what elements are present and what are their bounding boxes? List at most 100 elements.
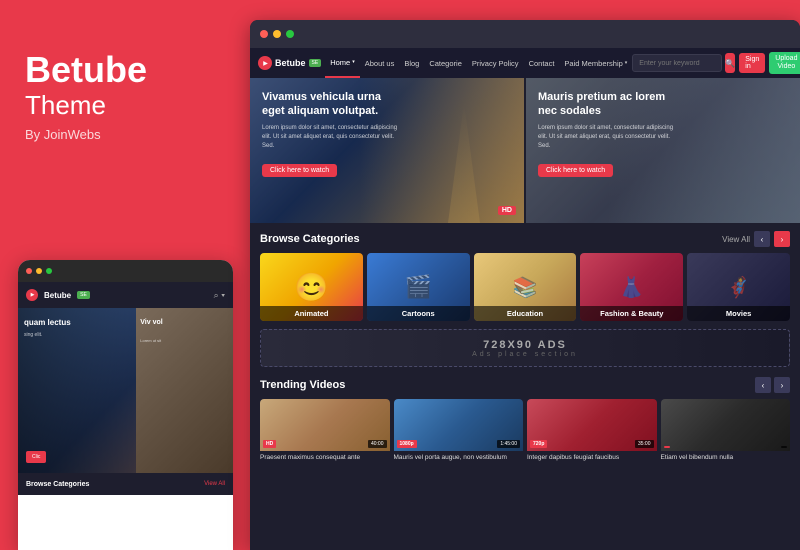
nav-item-home[interactable]: Home ▾ (325, 48, 360, 78)
mobile-hero-right-small: Lorem ut sit (140, 338, 161, 344)
browser-dot-red (260, 30, 268, 38)
nav-item-contact[interactable]: Contact (524, 48, 560, 78)
chevron-down-icon: ▾ (352, 59, 355, 65)
mobile-dot-green (46, 268, 52, 274)
browser-top-bar (250, 20, 800, 48)
hero-right-title: Mauris pretium ac lorem nec sodales (538, 90, 668, 119)
brand-theme: Theme (25, 90, 220, 121)
browse-categories-title: Browse Categories (260, 233, 360, 245)
hero-left-title: Vivamus vehicula urna eget aliquam volut… (262, 90, 392, 119)
trending-controls: ‹ › (755, 377, 790, 393)
browser-dot-green (286, 30, 294, 38)
nav-item-about[interactable]: About us (360, 48, 400, 78)
ads-banner: 728X90 ADS Ads place section (260, 329, 790, 367)
nav-item-membership[interactable]: Paid Membership ▾ (559, 48, 632, 78)
mobile-cta-button[interactable]: Clic (26, 451, 46, 463)
hero-left-text-block: Vivamus vehicula urna eget aliquam volut… (250, 78, 524, 189)
video-duration-3 (781, 446, 787, 448)
upload-video-button[interactable]: Upload Video (769, 52, 800, 75)
video-info-2: Integer dapibus feugiat faucibus (527, 451, 657, 465)
category-label-education: Education (474, 306, 577, 321)
video-duration-1: 1:45:00 (497, 440, 520, 448)
mobile-dot-yellow (36, 268, 42, 274)
nav-item-blog[interactable]: Blog (399, 48, 424, 78)
video-item-0[interactable]: HD 40:00 Praesent maximus consequat ante (260, 399, 390, 465)
video-thumb-1: 1080p 1:45:00 (394, 399, 524, 451)
ads-main-text: 728X90 ADS (483, 339, 567, 351)
video-badge-0: HD (263, 440, 276, 448)
mobile-search-icon[interactable]: ⌕ ▾ (214, 290, 225, 301)
video-thumb-0: HD 40:00 (260, 399, 390, 451)
mobile-browse-categories-label: Browse Categories (26, 481, 89, 488)
category-item-cartoons[interactable]: 🎬 Cartoons (367, 253, 470, 321)
category-label-fashion: Fashion & Beauty (580, 306, 683, 321)
category-item-fashion[interactable]: 👗 Fashion & Beauty (580, 253, 683, 321)
video-title-3: Etiam vel bibendum nulla (661, 454, 791, 462)
trending-header: Trending Videos ‹ › (250, 373, 800, 399)
mobile-logo-icon (26, 289, 38, 301)
mobile-hero-left: quam lectus sing elit. (18, 308, 136, 473)
category-item-education[interactable]: 📚 Education (474, 253, 577, 321)
browser-dot-yellow (273, 30, 281, 38)
nav-logo-icon (258, 56, 272, 70)
nav-logo-wrap: Betube SE (258, 56, 321, 70)
trending-prev-arrow[interactable]: ‹ (755, 377, 771, 393)
nav-item-privacy[interactable]: Privacy Policy (467, 48, 524, 78)
category-label-cartoons: Cartoons (367, 306, 470, 321)
search-input[interactable] (632, 54, 722, 72)
brand-by: By JoinWebs (25, 127, 220, 142)
video-duration-0: 40:00 (368, 440, 387, 448)
hero-left-cta-button[interactable]: Click here to watch (262, 164, 337, 177)
chevron-down-icon-membership: ▾ (625, 60, 628, 66)
mobile-view-all-link[interactable]: View All (204, 481, 225, 487)
browse-view-all-link[interactable]: View All (722, 235, 750, 244)
video-badge-3 (664, 446, 670, 448)
browser-navbar: Betube SE Home ▾ About us Blog Categorie… (250, 48, 800, 78)
video-item-2[interactable]: 720p 35:00 Integer dapibus feugiat fauci… (527, 399, 657, 465)
browse-categories-controls: View All ‹ › (722, 231, 790, 247)
browse-categories-header: Browse Categories View All ‹ › (250, 223, 800, 253)
mobile-hero-right: Viv vol Lorem ut sit (136, 308, 233, 473)
category-label-movies: Movies (687, 306, 790, 321)
signin-button[interactable]: Sign in (739, 53, 765, 73)
mobile-nav-bar: Betube SE ⌕ ▾ (18, 282, 233, 308)
hero-right-desc: Lorem ipsum dolor sit amet, consectetur … (538, 124, 678, 151)
nav-brand: Betube (275, 58, 306, 68)
nav-item-categories[interactable]: Categorie (424, 48, 467, 78)
trending-next-arrow[interactable]: › (774, 377, 790, 393)
categories-prev-arrow[interactable]: ‹ (754, 231, 770, 247)
category-item-animated[interactable]: 😊 Animated (260, 253, 363, 321)
trending-title: Trending Videos (260, 379, 345, 391)
video-title-0: Praesent maximus consequat ante (260, 454, 390, 462)
hd-badge: HD (498, 206, 516, 215)
video-duration-2: 35:00 (635, 440, 654, 448)
browser-mockup: Betube SE Home ▾ About us Blog Categorie… (250, 20, 800, 550)
nav-badge: SE (309, 59, 322, 67)
categories-next-arrow[interactable]: › (774, 231, 790, 247)
mobile-hero-text-left: sing elit. (24, 332, 130, 339)
hero-right-cta-button[interactable]: Click here to watch (538, 164, 613, 177)
mobile-brand-text: Betube (44, 291, 71, 300)
hero-right-text-block: Mauris pretium ac lorem nec sodales Lore… (526, 78, 800, 189)
category-item-movies[interactable]: 🦸 Movies (687, 253, 790, 321)
mobile-bottom-bar: Browse Categories View All (18, 473, 233, 495)
video-thumb-3 (661, 399, 791, 451)
hero-section: Vivamus vehicula urna eget aliquam volut… (250, 78, 800, 223)
video-badge-1: 1080p (397, 440, 417, 448)
mobile-dot-red (26, 268, 32, 274)
video-info-1: Mauris vel porta augue, non vestibulum (394, 451, 524, 465)
search-button[interactable]: 🔍 (725, 53, 735, 73)
category-label-animated: Animated (260, 306, 363, 321)
mobile-hero: quam lectus sing elit. Viv vol Lorem ut … (18, 308, 233, 473)
video-title-1: Mauris vel porta augue, non vestibulum (394, 454, 524, 462)
hero-left-desc: Lorem ipsum dolor sit amet, consectetur … (262, 124, 402, 151)
ads-sub-text: Ads place section (472, 351, 578, 358)
video-thumb-2: 720p 35:00 (527, 399, 657, 451)
video-badge-2: 720p (530, 440, 547, 448)
video-item-1[interactable]: 1080p 1:45:00 Mauris vel porta augue, no… (394, 399, 524, 465)
video-info-0: Praesent maximus consequat ante (260, 451, 390, 465)
left-panel: Betube Theme By JoinWebs Betube SE ⌕ ▾ q… (0, 0, 245, 550)
mobile-badge: SE (77, 291, 90, 299)
video-item-3[interactable]: Etiam vel bibendum nulla (661, 399, 791, 465)
mobile-hero-title-left: quam lectus (24, 318, 130, 328)
